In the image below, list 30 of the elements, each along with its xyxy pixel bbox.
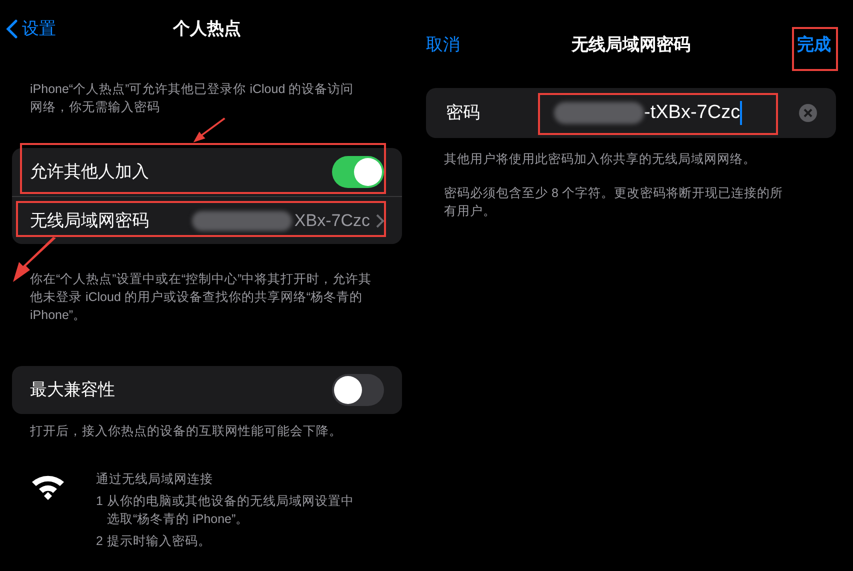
step-number: 1 [96, 493, 103, 510]
back-button[interactable]: 设置 [6, 16, 56, 42]
toggle-switch[interactable] [332, 374, 384, 406]
settings-row[interactable]: 无线局域网密码 XBx-7Czc [12, 196, 402, 244]
intro-text: iPhone“个人热点”可允许其他已登录你 iCloud 的设备访问网络，你无需输入密码 [30, 81, 354, 116]
step-number: 2 [96, 533, 103, 550]
highlight-box [792, 27, 838, 71]
back-icon [6, 18, 18, 39]
step-text: 从你的电脑或其他设备的无线局域网设置中选取“杨冬青的 iPhone”。 [106, 493, 355, 528]
password-field[interactable]: 密码 -tXBx-7Czc [426, 88, 836, 138]
note-text: 密码必须包含至少 8 个字符。更改密码将断开现已连接的所有用户。 [444, 185, 784, 220]
chevron-icon [376, 214, 384, 228]
help-title: 通过无线局域网连接 [96, 471, 214, 488]
screen-title: 无线局域网密码 [570, 34, 692, 56]
field-value: -tXBx-7Czc [644, 100, 740, 125]
footer-text: 你在“个人热点”设置中或在“控制中心”中将其打开时，允许其他未登录 iCloud 的用户或设备查找你的共享网络“杨冬青的 iPhone”。 [30, 271, 373, 324]
row-label: 无线局域网密码 [30, 210, 149, 232]
field-label: 密码 [446, 102, 481, 124]
row-label: 允许其他人加入 [30, 161, 149, 184]
toggle-switch[interactable] [332, 156, 384, 188]
text-cursor [740, 101, 742, 125]
footer-text: 打开后，接入你热点的设备的互联网性能可能会下降。 [30, 423, 343, 440]
clear-icon[interactable] [798, 103, 818, 123]
row-label: 最大兼容性 [30, 379, 115, 402]
password-value: XBx-7Czc [294, 210, 370, 232]
step-text: 提示时输入密码。 [106, 533, 212, 550]
cancel-button[interactable]: 取消 [426, 32, 460, 58]
done-button[interactable]: 完成 [797, 32, 831, 58]
note-text: 其他用户将使用此密码加入你共享的无线局域网网络。 [444, 151, 757, 168]
screen-title: 个人热点 [172, 18, 242, 40]
